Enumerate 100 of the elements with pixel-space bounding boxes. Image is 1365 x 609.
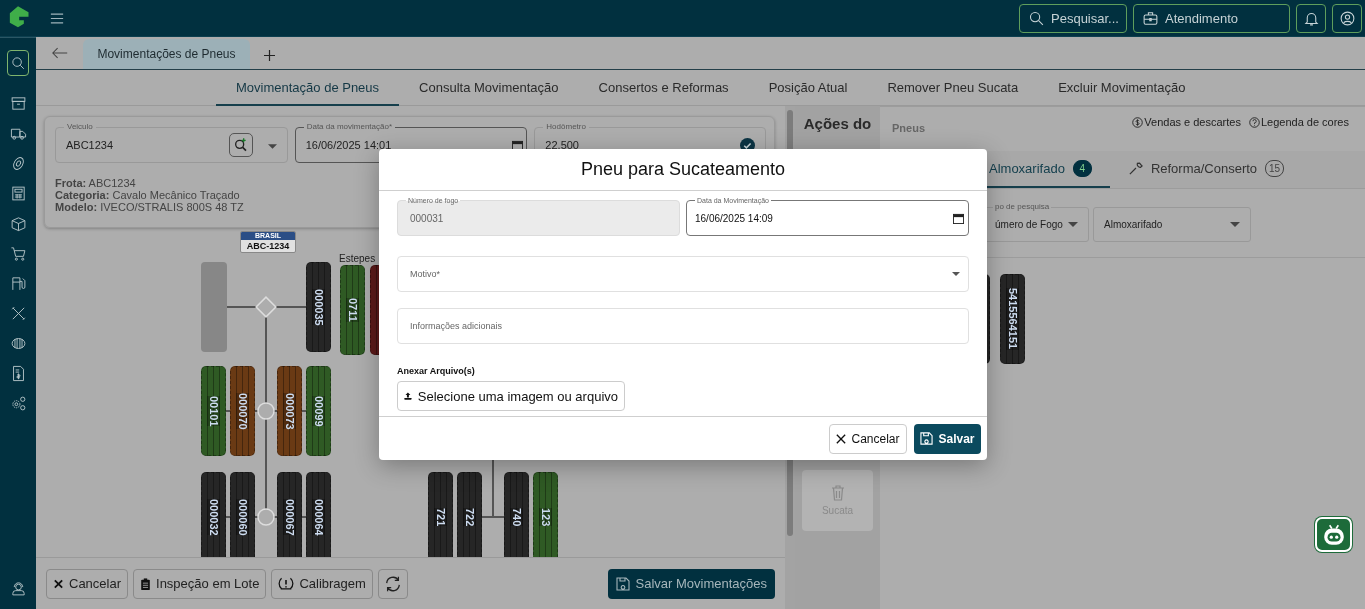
calibration-button[interactable]: Calibragem	[271, 568, 373, 599]
gears-icon	[9, 394, 27, 412]
tire-number: 000032	[207, 498, 220, 536]
field-label: Motivo*	[410, 269, 440, 279]
cancel-button[interactable]: Cancelar	[829, 423, 907, 454]
tire-number: 0711	[346, 298, 359, 322]
vehicle-search-button[interactable]	[229, 133, 253, 157]
field-value: 16/06/2025 14:09	[695, 212, 773, 224]
tire[interactable]: 000060	[230, 472, 255, 557]
trash-icon	[830, 485, 845, 501]
tire[interactable]: 000035	[306, 262, 331, 352]
menu-icon	[50, 12, 64, 24]
tire[interactable]: 740	[504, 472, 529, 557]
sales-link[interactable]: Vendas e descartes	[1132, 116, 1241, 128]
tire[interactable]: 000070	[230, 366, 255, 456]
close-icon	[836, 433, 847, 444]
tire[interactable]: 721	[428, 472, 453, 557]
cancel-button[interactable]: Cancelar	[46, 568, 129, 599]
search-plus-icon	[233, 137, 249, 153]
tire-number: 721	[434, 507, 447, 527]
tire[interactable]: 123	[533, 472, 558, 557]
tire-number: 123	[539, 507, 552, 527]
tire[interactable]: 000064	[306, 472, 331, 557]
vehicle-detail: Modelo: IVECO/STRALIS 800S 48 TZ	[55, 201, 244, 213]
box-icon	[9, 214, 27, 232]
field-value: ABC1234	[66, 139, 114, 151]
refresh-button[interactable]	[377, 568, 408, 599]
nav-tab[interactable]: Posição Atual	[748, 70, 868, 106]
save-movements-button[interactable]: Salvar Movimentações	[607, 568, 775, 599]
tire-number: 722	[463, 507, 476, 527]
field-value: úmero de Fogo	[995, 219, 1063, 230]
tire-number: 000067	[283, 498, 296, 536]
tire[interactable]: 0711	[340, 265, 365, 355]
dropdown-caret-icon	[267, 144, 277, 149]
search-button[interactable]: Pesquisar...	[1019, 3, 1127, 33]
tire[interactable]: 5415564151	[1000, 274, 1025, 364]
tire-number: 740	[510, 507, 523, 527]
legend-link[interactable]: Legenda de cores	[1248, 116, 1349, 128]
field-value: 22.500	[545, 139, 580, 151]
tire[interactable]: 00101	[201, 366, 226, 456]
upload-button[interactable]: Selecione uma imagem ou arquivo	[397, 381, 625, 411]
dollar-circle-icon	[1132, 116, 1144, 128]
close-icon	[53, 577, 64, 590]
field-value: 16/06/2025 14:01	[305, 139, 392, 151]
filter-select[interactable]: Almoxarifado	[1093, 207, 1251, 242]
tire[interactable]: 000032	[201, 472, 226, 557]
service-button[interactable]: Atendimento	[1133, 3, 1290, 33]
actions-title: Ações do	[803, 115, 872, 132]
save-button[interactable]: Salvar	[914, 423, 981, 454]
field-label: po de pesquisa	[993, 202, 1052, 212]
save-icon	[615, 576, 630, 591]
field-label: Hodômetro	[543, 122, 589, 132]
field-label: Data da movimentação*	[303, 122, 396, 132]
nav-tab[interactable]: Excluir Movimentação	[1038, 70, 1206, 106]
chatbot-button[interactable]	[1315, 517, 1352, 552]
tools-icon	[9, 304, 27, 322]
search-icon	[9, 54, 27, 72]
headset-icon	[9, 579, 27, 597]
field-value: 000031	[410, 212, 444, 224]
field-value: Almoxarifado	[1104, 219, 1163, 230]
plus-icon	[263, 49, 275, 61]
profile-button[interactable]	[1332, 3, 1362, 33]
nav-tab[interactable]: Movimentação de Pneus	[216, 70, 400, 106]
tire-number: 000060	[236, 498, 249, 536]
tire-number: 000035	[312, 288, 325, 326]
nav-tab[interactable]: Consertos e Reformas	[578, 70, 749, 106]
tire[interactable]: 722	[457, 472, 482, 557]
sidebar-button[interactable]	[7, 50, 29, 76]
attach-label: Anexar Arquivo(s)	[397, 366, 476, 376]
tire-number: 00101	[207, 395, 220, 427]
nav-tab[interactable]: Remover Pneu Sucata	[867, 70, 1039, 106]
tab[interactable]: Reforma/Conserto 15	[1109, 151, 1303, 188]
calendar-icon	[953, 213, 964, 224]
page-tab[interactable]: Movimentações de Pneus	[83, 39, 250, 69]
reason-select[interactable]: Motivo*	[397, 256, 969, 292]
tire-pressure-icon	[278, 576, 295, 591]
calendar-icon	[512, 140, 524, 151]
cart-icon	[9, 244, 27, 262]
additional-info-input[interactable]: Informações adicionais	[397, 308, 969, 344]
clipboard-icon	[140, 577, 152, 590]
spares-label: Estepes	[339, 253, 376, 264]
tire-number: 00099	[312, 395, 325, 427]
vehicle-detail: Frota: ABC1234	[55, 177, 136, 189]
tire[interactable]: 000073	[277, 366, 302, 456]
help-circle-icon	[1248, 116, 1260, 128]
count-badge: 15	[1265, 160, 1285, 177]
tire[interactable]: 00099	[306, 366, 331, 456]
field-label: Veiculo	[64, 122, 96, 132]
tire[interactable]: 000067	[277, 472, 302, 557]
save-icon	[920, 432, 934, 445]
menu-button[interactable]	[48, 10, 66, 26]
calculator-icon	[9, 184, 27, 202]
tire-number: 5415564151	[1006, 288, 1019, 350]
tire-number: 000070	[236, 392, 249, 430]
vehicle-detail: Categoria: Cavalo Mecânico Traçado	[55, 189, 240, 201]
archive-icon	[9, 94, 27, 112]
wrench-icon	[1127, 161, 1143, 176]
batch-inspection-button[interactable]: Inspeção em Lote	[133, 568, 267, 599]
nav-tab[interactable]: Consulta Movimentação	[399, 70, 579, 106]
notifications-button[interactable]	[1296, 3, 1326, 33]
